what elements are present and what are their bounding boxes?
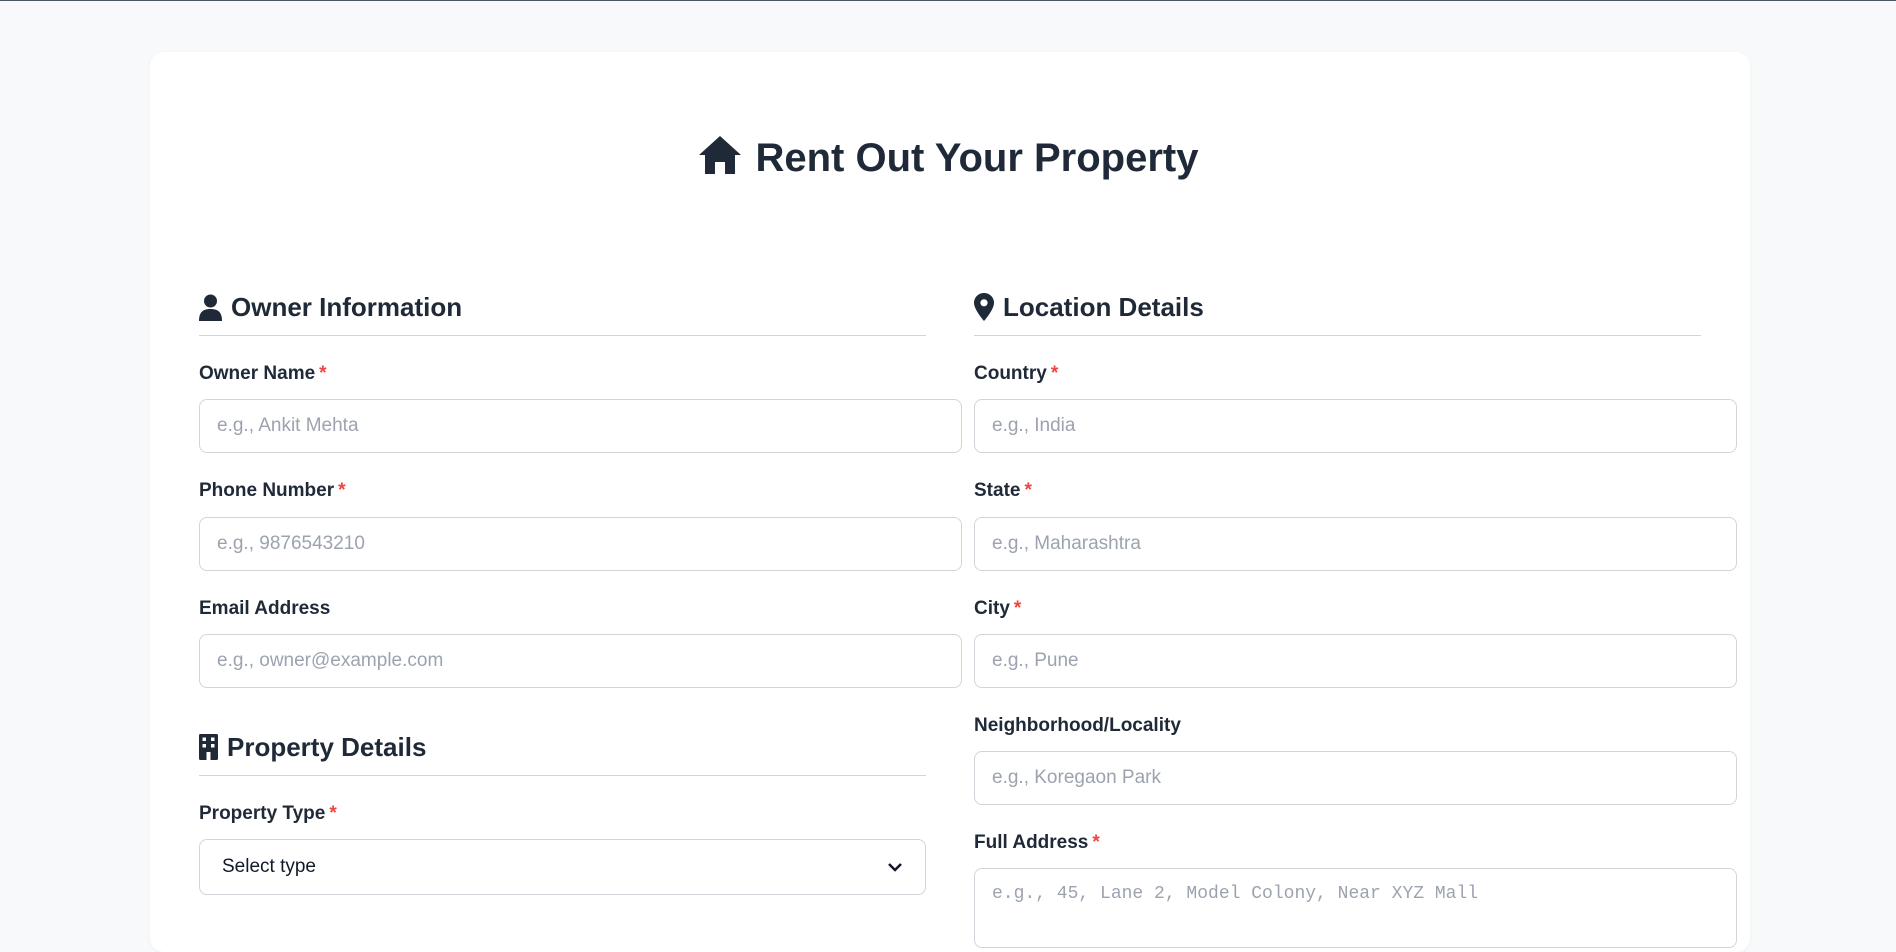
home-icon (699, 136, 742, 174)
property-type-label: Property Type * (199, 803, 337, 824)
required-marker: * (1092, 832, 1100, 853)
chevron-down-icon (888, 863, 902, 872)
state-input[interactable] (974, 517, 1737, 571)
page-title-text: Rent Out Your Property (755, 136, 1199, 180)
country-input[interactable] (974, 399, 1737, 453)
phone-number-label: Phone Number * (199, 480, 346, 501)
property-section-heading: Property Details (199, 730, 426, 764)
required-marker: * (319, 363, 327, 384)
owner-name-input[interactable] (199, 399, 962, 453)
required-marker: * (329, 803, 337, 824)
page-title: Rent Out Your Property (0, 130, 1896, 186)
email-address-input[interactable] (199, 634, 962, 688)
country-label: Country * (974, 363, 1059, 384)
location-heading-text: Location Details (1003, 292, 1204, 322)
full-address-textarea[interactable] (974, 868, 1737, 948)
map-pin-icon (974, 293, 994, 321)
required-marker: * (1024, 480, 1032, 501)
top-border (0, 0, 1896, 1)
full-address-label: Full Address * (974, 832, 1100, 853)
property-section-divider (199, 775, 926, 776)
email-address-label: Email Address (199, 598, 331, 619)
neighborhood-label: Neighborhood/Locality (974, 715, 1181, 736)
required-marker: * (338, 480, 346, 501)
state-label: State * (974, 480, 1032, 501)
form-card (150, 52, 1750, 952)
required-marker: * (1050, 363, 1059, 384)
user-icon (199, 294, 222, 321)
property-heading-text: Property Details (227, 732, 427, 762)
property-type-select[interactable]: Select type (199, 839, 926, 895)
owner-section-heading: Owner Information (199, 290, 462, 324)
owner-heading-text: Owner Information (231, 292, 463, 322)
neighborhood-input[interactable] (974, 751, 1737, 805)
building-icon (199, 734, 218, 760)
phone-number-input[interactable] (199, 517, 962, 571)
owner-name-label: Owner Name * (199, 363, 327, 384)
location-section-heading: Location Details (974, 290, 1204, 324)
location-section-divider (974, 335, 1701, 336)
required-marker: * (1013, 598, 1022, 619)
owner-section-divider (199, 335, 926, 336)
city-input[interactable] (974, 634, 1737, 688)
city-label: City * (974, 598, 1022, 619)
property-type-selected: Select type (222, 856, 316, 877)
